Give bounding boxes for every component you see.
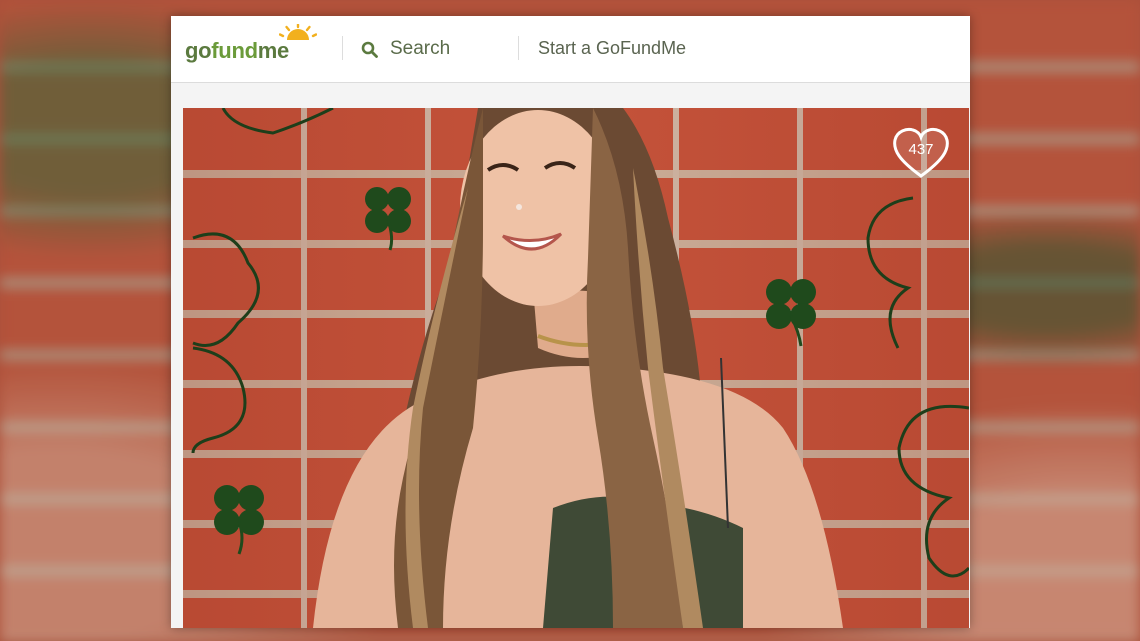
sun-logo-icon (279, 24, 317, 40)
search-label: Search (390, 38, 451, 59)
campaign-photo-subject (191, 108, 969, 628)
gofundme-logo[interactable]: gofundme (185, 38, 289, 64)
browser-window: gofundme Search Start a GoFundMe 437 (171, 16, 970, 628)
like-count: 437 (908, 141, 934, 158)
logo-me: me (257, 38, 290, 63)
start-gofundme-link[interactable]: Start a GoFundMe (538, 38, 686, 59)
logo-go: go (185, 38, 212, 63)
search-icon (361, 41, 378, 58)
search-button[interactable]: Search (361, 36, 450, 62)
header-divider (518, 36, 519, 60)
logo-fund: fund (211, 38, 258, 63)
like-button[interactable]: 437 (891, 126, 951, 180)
site-header: gofundme Search Start a GoFundMe (171, 16, 970, 83)
header-divider (342, 36, 343, 60)
campaign-photo: 437 (183, 108, 969, 628)
